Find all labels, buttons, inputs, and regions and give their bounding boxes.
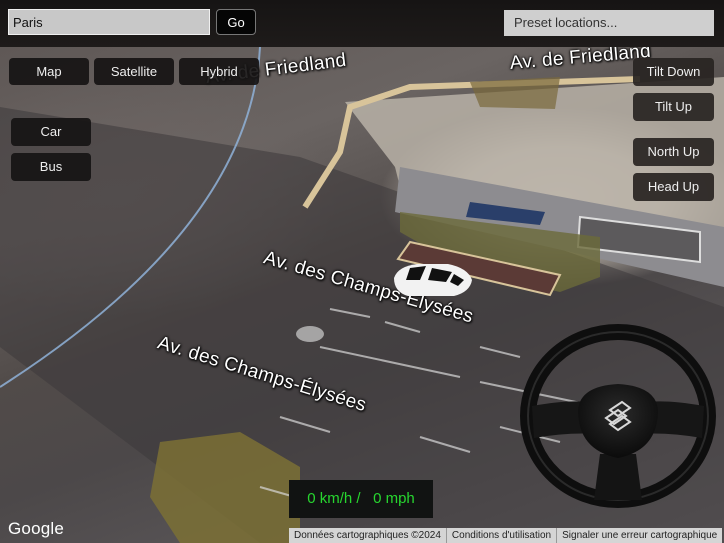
vegetation <box>470 77 560 109</box>
road-marking-circle <box>296 326 324 342</box>
speed-kmh: 0 km/h / <box>307 490 361 507</box>
head-up-button[interactable]: Head Up <box>633 173 714 201</box>
vehicle-bus-button[interactable]: Bus <box>11 153 91 181</box>
map-data-link[interactable]: Données cartographiques ©2024 <box>289 528 446 543</box>
speed-readout: 0 km/h / 0 mph <box>289 480 433 518</box>
map-type-hybrid-button[interactable]: Hybrid <box>179 58 259 85</box>
google-logo: Google <box>8 519 65 538</box>
tilt-up-button[interactable]: Tilt Up <box>633 93 714 121</box>
wheel-spoke-bottom <box>594 454 642 500</box>
top-toolbar: Go Preset locations... <box>0 0 724 47</box>
terms-of-use-link[interactable]: Conditions d'utilisation <box>445 528 557 543</box>
steering-wheel[interactable] <box>518 324 718 509</box>
preset-locations-select[interactable]: Preset locations... <box>504 10 714 36</box>
speed-mph: 0 mph <box>373 490 415 507</box>
map-type-satellite-button[interactable]: Satellite <box>94 58 174 85</box>
map-footer: Données cartographiques ©2024 Conditions… <box>289 528 724 543</box>
go-button[interactable]: Go <box>216 9 256 35</box>
player-car <box>394 264 472 296</box>
north-up-button[interactable]: North Up <box>633 138 714 166</box>
report-map-error-link[interactable]: Signaler une erreur cartographique <box>556 528 723 543</box>
vehicle-car-button[interactable]: Car <box>11 118 91 146</box>
tilt-down-button[interactable]: Tilt Down <box>633 58 714 86</box>
map-type-map-button[interactable]: Map <box>9 58 89 85</box>
location-search-input[interactable] <box>8 9 210 35</box>
